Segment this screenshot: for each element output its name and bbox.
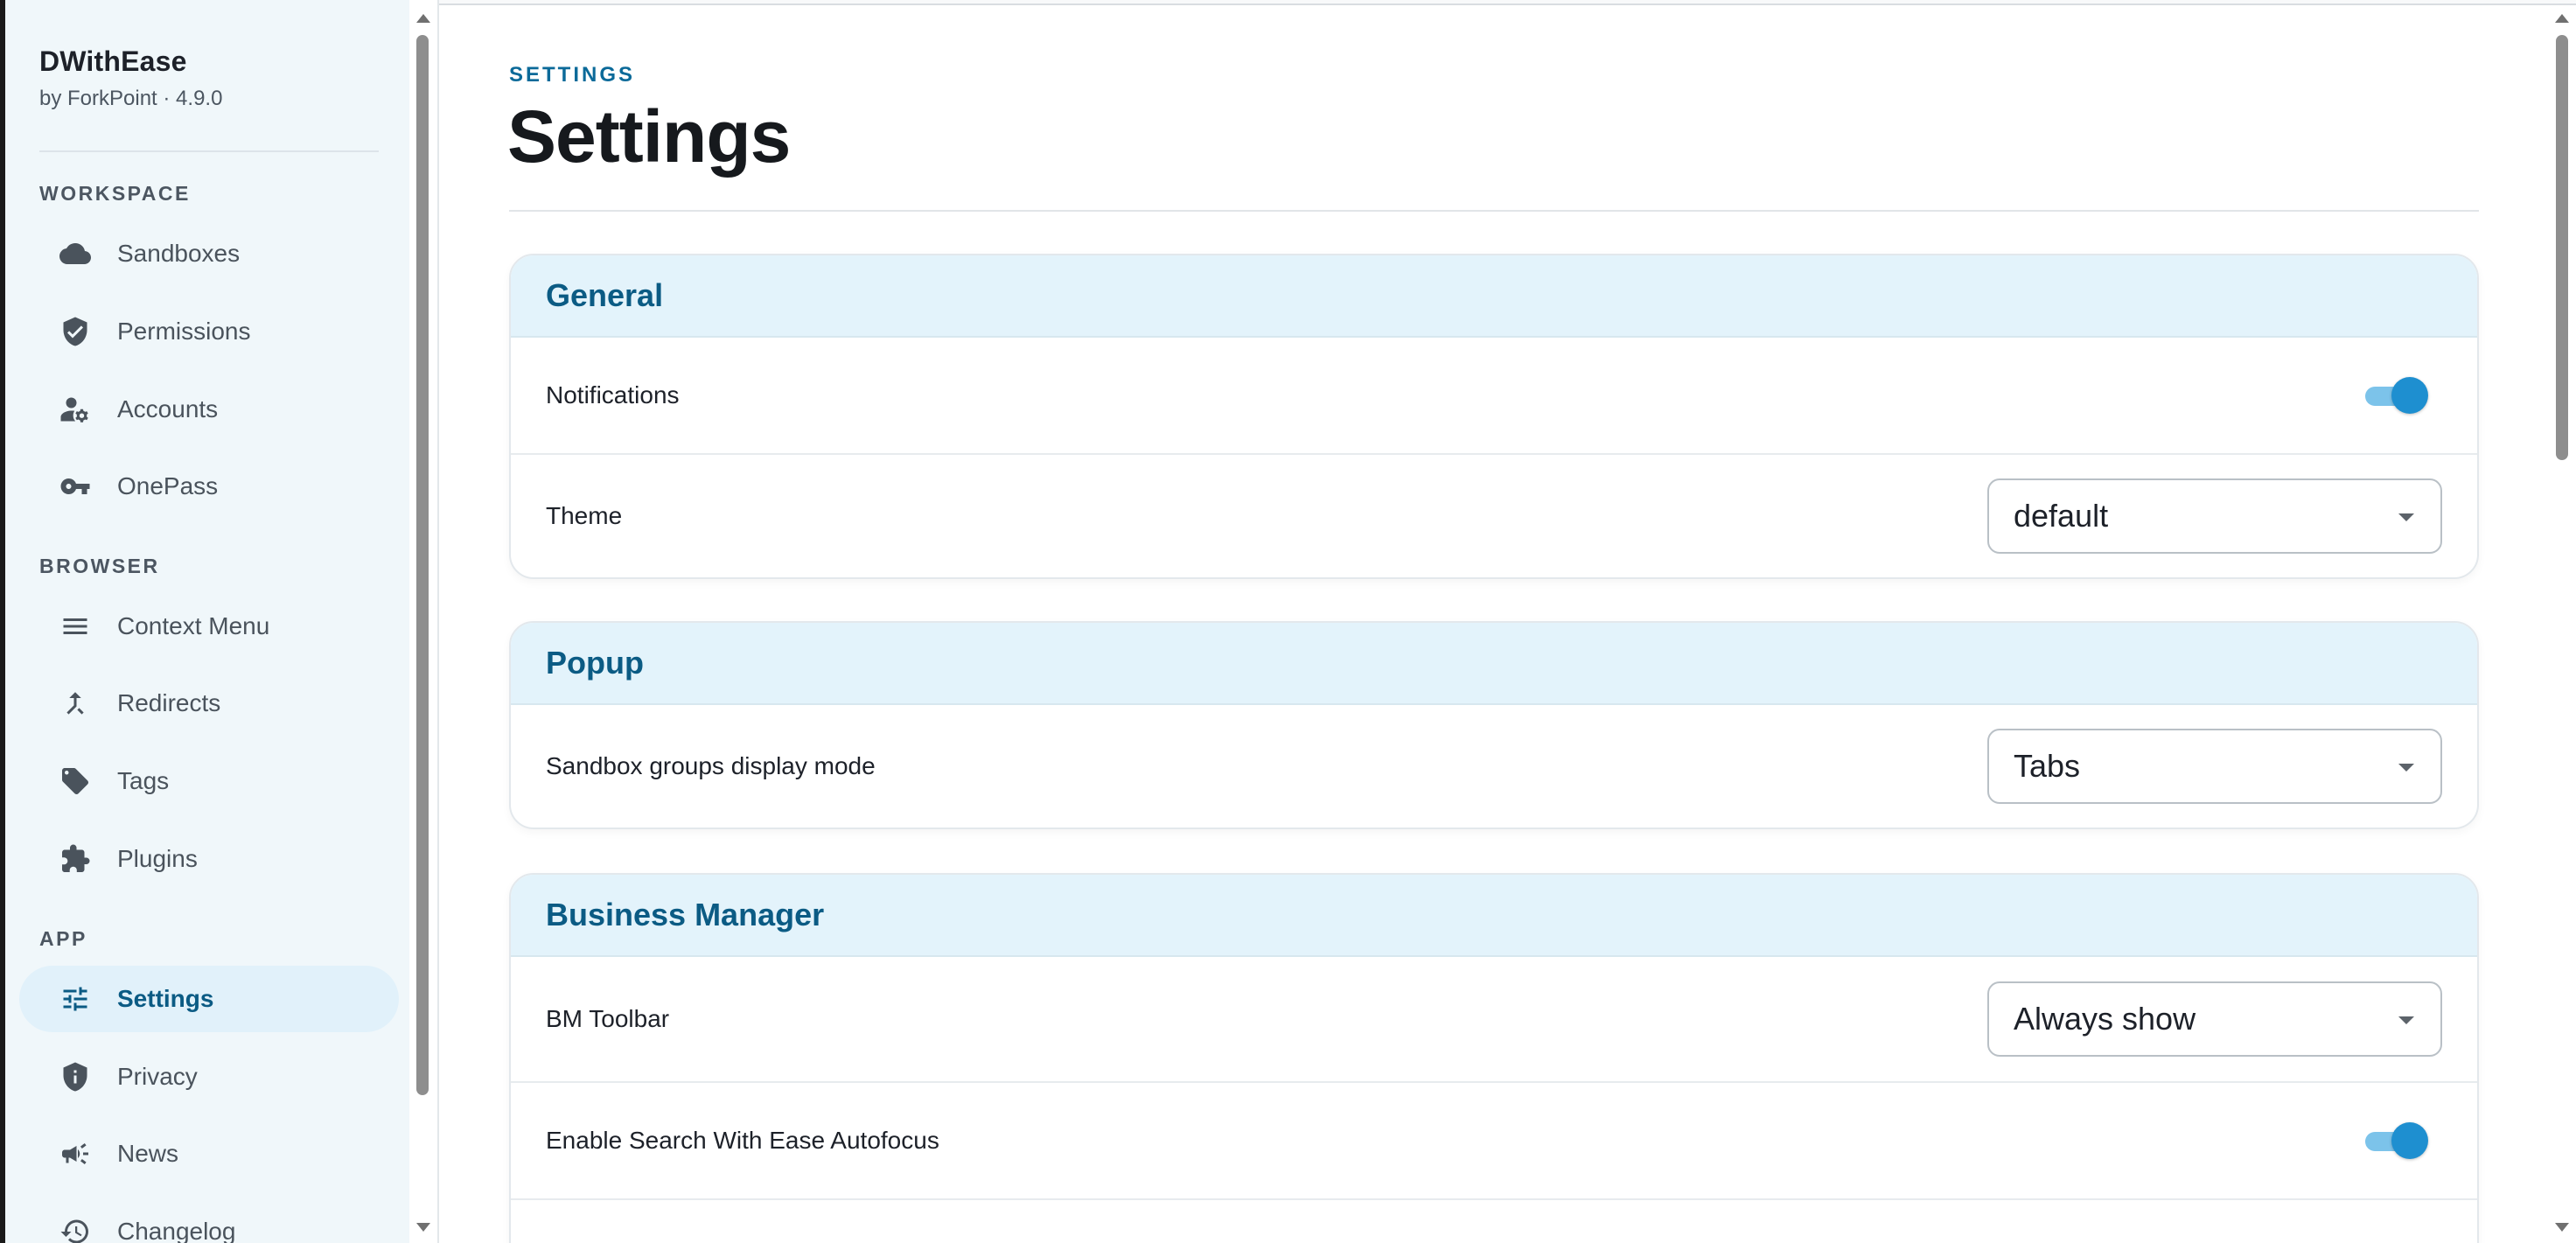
sidebar-scrollbar-thumb[interactable] xyxy=(416,35,429,1095)
tag-icon xyxy=(58,764,93,799)
sidebar-scroll-down[interactable] xyxy=(416,1223,430,1232)
brand: DWithEase by ForkPoint · 4.9.0 xyxy=(39,45,222,111)
card-header: Popup xyxy=(511,623,2477,705)
history-icon xyxy=(58,1214,93,1243)
sidebar-item-label: Plugins xyxy=(117,845,198,872)
setting-label: Sandbox groups display mode xyxy=(546,752,876,779)
main-content: SETTINGS Settings General Notifications … xyxy=(439,5,2550,1243)
sidebar-item-redirects[interactable]: Redirects xyxy=(19,670,399,737)
sidebar-item-changelog[interactable]: Changelog xyxy=(19,1198,399,1243)
setting-row-theme: Theme default xyxy=(511,455,2477,577)
sidebar-item-label: Redirects xyxy=(117,689,221,716)
card-title: Popup xyxy=(546,645,644,681)
section-workspace: WORKSPACE xyxy=(39,182,191,205)
setting-row-search-autofocus: Enable Search With Ease Autofocus xyxy=(511,1083,2477,1200)
breadcrumb: SETTINGS xyxy=(509,63,636,87)
bm-toolbar-select[interactable]: Always show xyxy=(1987,981,2442,1057)
setting-label: BM Toolbar xyxy=(546,1005,670,1032)
merge-arrow-icon xyxy=(58,686,93,721)
title-divider xyxy=(509,210,2479,212)
section-browser: BROWSER xyxy=(39,555,160,577)
brand-divider xyxy=(39,150,379,152)
sidebar-item-label: OnePass xyxy=(117,472,219,499)
sidebar-item-news[interactable]: News xyxy=(19,1121,399,1187)
puzzle-icon xyxy=(58,841,93,876)
sidebar-item-label: News xyxy=(117,1140,179,1167)
chevron-down-icon xyxy=(2398,513,2414,521)
brand-subtitle: by ForkPoint · 4.9.0 xyxy=(39,87,223,110)
user-gear-icon xyxy=(58,392,93,427)
sandbox-groups-display-select[interactable]: Tabs xyxy=(1987,729,2442,804)
main-scrollbar-thumb[interactable] xyxy=(2556,35,2568,460)
section-app: APP xyxy=(39,927,87,950)
main-scroll-up[interactable] xyxy=(2555,14,2569,23)
sidebar-item-context-menu[interactable]: Context Menu xyxy=(19,593,399,660)
card-popup: Popup Sandbox groups display mode Tabs xyxy=(509,621,2479,829)
chevron-down-icon xyxy=(2398,764,2414,772)
select-value: default xyxy=(2014,498,2109,534)
notifications-toggle[interactable] xyxy=(2362,377,2428,414)
card-title: General xyxy=(546,277,664,313)
setting-row-sandbox-groups: Sandbox groups display mode Tabs xyxy=(511,705,2477,828)
setting-row-notifications: Notifications xyxy=(511,338,2477,455)
sidebar-item-label: Privacy xyxy=(117,1063,198,1090)
select-value: Tabs xyxy=(2014,748,2081,784)
megaphone-icon xyxy=(58,1136,93,1171)
sidebar-scroll-up[interactable] xyxy=(416,14,430,23)
menu-icon xyxy=(58,609,93,644)
sidebar-item-label: Permissions xyxy=(117,318,251,345)
sidebar-item-label: Sandboxes xyxy=(117,240,241,267)
sidebar-item-permissions[interactable]: Permissions xyxy=(19,298,399,365)
shield-info-icon xyxy=(58,1059,93,1094)
sidebar-item-sandboxes[interactable]: Sandboxes xyxy=(19,220,399,287)
card-header: Business Manager xyxy=(511,875,2477,957)
cloud-icon xyxy=(58,236,93,271)
select-value: Always show xyxy=(2014,1001,2196,1037)
setting-label: Enable Search With Ease Autofocus xyxy=(546,1127,939,1154)
setting-label: Theme xyxy=(546,502,623,529)
sidebar-item-privacy[interactable]: Privacy xyxy=(19,1044,399,1110)
search-autofocus-toggle[interactable] xyxy=(2362,1122,2428,1159)
chevron-down-icon xyxy=(2398,1016,2414,1024)
sidebar-item-tags[interactable]: Tags xyxy=(19,748,399,814)
sidebar-item-label: Settings xyxy=(117,985,214,1012)
page-title: Settings xyxy=(507,95,791,178)
sliders-icon xyxy=(58,981,93,1016)
sidebar-item-accounts[interactable]: Accounts xyxy=(19,376,399,443)
sidebar-item-label: Tags xyxy=(117,767,170,794)
sidebar-item-plugins[interactable]: Plugins xyxy=(19,826,399,892)
main-scroll-down[interactable] xyxy=(2555,1223,2569,1232)
sidebar: DWithEase by ForkPoint · 4.9.0 WORKSPACE… xyxy=(5,0,409,1243)
sidebar-item-onepass[interactable]: OnePass xyxy=(19,453,399,520)
sidebar-item-settings[interactable]: Settings xyxy=(19,966,399,1032)
sidebar-item-label: Context Menu xyxy=(117,612,270,639)
brand-name: DWithEase xyxy=(39,45,187,77)
card-title: Business Manager xyxy=(546,897,825,932)
sidebar-item-label: Changelog xyxy=(117,1218,236,1243)
setting-row-bm-toolbar: BM Toolbar Always show xyxy=(511,957,2477,1083)
sidebar-item-label: Accounts xyxy=(117,395,219,422)
toggle-knob xyxy=(2391,377,2428,414)
card-header: General xyxy=(511,255,2477,338)
toggle-knob xyxy=(2391,1122,2428,1159)
setting-label: Notifications xyxy=(546,381,680,409)
key-icon xyxy=(58,469,93,504)
card-general: General Notifications Theme default xyxy=(509,254,2479,579)
shield-check-icon xyxy=(58,314,93,349)
setting-row-next xyxy=(511,1200,2477,1243)
card-business-manager: Business Manager BM Toolbar Always show … xyxy=(509,873,2479,1243)
theme-select[interactable]: default xyxy=(1987,478,2442,554)
